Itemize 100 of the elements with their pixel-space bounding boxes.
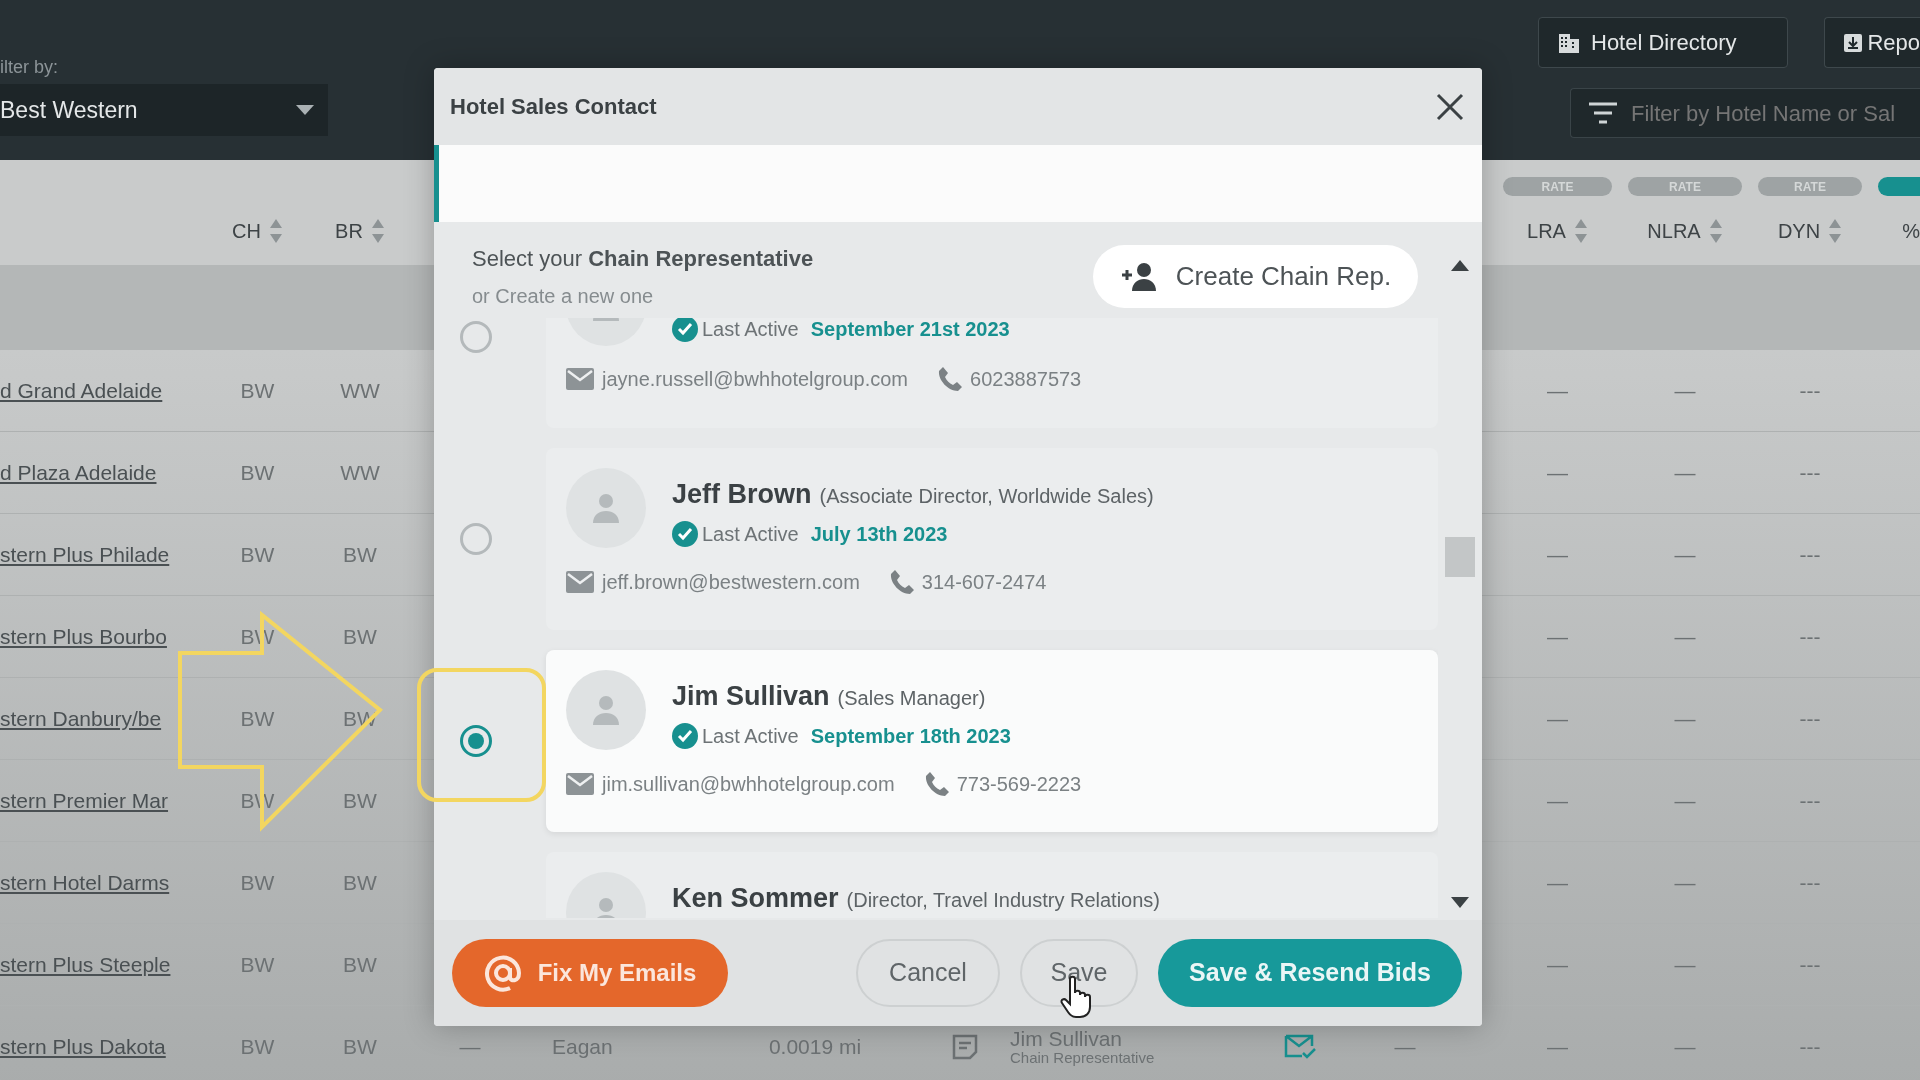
filter-label: ilter by: <box>0 56 60 78</box>
report-icon <box>1843 32 1864 53</box>
sort-icon <box>1573 218 1588 244</box>
hotel-name-link[interactable]: stern Plus Philade <box>0 538 170 571</box>
contact-card[interactable]: Jim Sullivan (Sales Manager) Last Active September 18th 2023 jim.sullivan@bwhhotelgroup.com 773-569-2223 <box>546 650 1438 832</box>
phone-icon <box>889 568 914 595</box>
scroll-up-icon[interactable] <box>1451 260 1469 271</box>
contact-phone: 773-569-2223 <box>956 771 1082 797</box>
contact-title: (Director, Travel Industry Relations) <box>846 888 1160 913</box>
check-circle-icon <box>672 722 698 749</box>
table-cell-text: --- <box>1799 705 1821 732</box>
table-cell-text: — <box>1674 951 1696 978</box>
modal-title: Hotel Sales Contact <box>450 93 657 121</box>
table-cell-text: BW <box>343 787 377 814</box>
table-cell-text: — <box>1547 951 1568 978</box>
contact-phone: 6023887573 <box>970 367 1082 392</box>
hotel-name-link[interactable]: d Plaza Adelaide <box>0 456 157 489</box>
create-chain-rep-button[interactable]: Create Chain Rep. <box>1093 245 1418 308</box>
phone-icon <box>938 366 962 392</box>
last-active-date: September 18th 2023 <box>810 723 1011 749</box>
last-active-label: Last Active <box>702 521 799 547</box>
column-header[interactable]: NLRA <box>1647 216 1701 246</box>
column-header[interactable]: % <box>1902 216 1920 246</box>
contact-name: Ken Sommer <box>672 882 839 915</box>
last-active-label: Last Active <box>702 318 799 342</box>
cancel-button[interactable]: Cancel <box>856 939 1000 1007</box>
table-cell-text: — <box>1674 787 1696 814</box>
contact-email: jayne.russell@bwhhotelgroup.com <box>602 367 908 392</box>
sort-icon <box>1708 218 1723 244</box>
table-cell-text: BW <box>240 1033 275 1060</box>
hotel-name-link[interactable]: stern Plus Bourbo <box>0 620 167 653</box>
search-input[interactable]: Filter by Hotel Name or Sal <box>1631 96 1919 130</box>
table-cell-text: WW <box>340 459 380 486</box>
table-cell-text: BW <box>240 377 275 404</box>
column-header[interactable]: DYN <box>1777 216 1821 246</box>
table-cell-text: BW <box>240 541 275 568</box>
contact-name: Jeff Brown <box>672 478 812 511</box>
contact-role: Chain Representative <box>1010 1049 1155 1067</box>
directory-button[interactable]: Hotel Directory <box>1538 17 1788 68</box>
filter-icon <box>1589 102 1617 124</box>
radio-button[interactable] <box>460 523 492 555</box>
table-cell-text: BW <box>240 705 275 732</box>
mail-icon <box>566 570 594 593</box>
table-cell-text: BW <box>343 1033 377 1060</box>
table-cell-text: — <box>1547 869 1568 896</box>
table-cell-text: BW <box>343 541 377 568</box>
column-header[interactable]: CH <box>232 216 261 246</box>
hotel-name-link[interactable]: stern Plus Steeple <box>0 948 171 981</box>
hotel-name-link[interactable]: stern Danbury/be <box>0 702 162 735</box>
table-cell-text: — <box>1547 787 1568 814</box>
person-icon <box>591 492 621 524</box>
sort-icon <box>268 218 283 244</box>
table-cell-text: --- <box>1799 951 1821 978</box>
scroll-down-icon[interactable] <box>1451 897 1469 908</box>
phone-icon <box>924 770 949 797</box>
table-cell-text: — <box>1674 869 1696 896</box>
hotel-name-link[interactable]: stern Hotel Darms <box>0 866 170 899</box>
contact-card[interactable]: Ken Sommer (Director, Travel Industry Relations) <box>546 852 1438 918</box>
person-icon <box>591 694 621 726</box>
hotel-name-link[interactable]: d Grand Adelaide <box>0 374 163 407</box>
table-cell-text: — <box>1394 1033 1416 1060</box>
table-cell-text: — <box>459 1033 481 1060</box>
fix-emails-button[interactable]: Fix My Emails <box>452 939 728 1007</box>
table-cell-text: WW <box>340 377 380 404</box>
chain-select[interactable]: Best Western <box>0 84 328 136</box>
table-cell-text: BW <box>240 869 275 896</box>
last-active-date: September 21st 2023 <box>810 318 1010 342</box>
save-resend-button[interactable]: Save & Resend Bids <box>1158 939 1462 1007</box>
last-active-date: July 13th 2023 <box>810 521 948 547</box>
close-icon[interactable] <box>1436 92 1464 121</box>
table-cell-text: BW <box>240 951 275 978</box>
contact-name: Jim Sullivan <box>1010 1026 1124 1050</box>
hotel-name-link[interactable]: stern Plus Dakota <box>0 1030 166 1063</box>
table-cell-text: — <box>1674 459 1696 486</box>
report-button[interactable]: Repo <box>1824 17 1920 68</box>
table-cell-text: --- <box>1799 377 1821 404</box>
radio-button[interactable] <box>460 321 492 353</box>
table-cell-text: — <box>1547 705 1568 732</box>
at-icon <box>483 954 522 992</box>
contact-card[interactable]: Jeff Brown (Associate Director, Worldwide Sales) Last Active July 13th 2023 jeff.brown@bestwestern.com 314-607-2474 <box>546 448 1438 630</box>
search-field[interactable]: Filter by Hotel Name or Sal <box>1570 88 1920 138</box>
scrollbar-thumb[interactable] <box>1445 537 1475 577</box>
caret-icon <box>296 105 314 115</box>
table-cell-text: --- <box>1799 1033 1821 1060</box>
table-cell-text: --- <box>1799 541 1821 568</box>
contact-phone: 314-607-2474 <box>921 569 1047 595</box>
radio-button[interactable] <box>460 725 492 757</box>
table-cell-text: — <box>1547 541 1568 568</box>
column-header[interactable]: BR <box>335 216 363 246</box>
contact-card[interactable]: Last Active September 21st 2023 jayne.russell@bwhhotelgroup.com 6023887573 <box>546 318 1438 428</box>
contact-title: (Sales Manager) <box>837 686 986 711</box>
table-cell-text: — <box>1547 623 1568 650</box>
column-header[interactable]: LRA <box>1527 216 1566 246</box>
table-cell-text: BW <box>343 869 377 896</box>
contact-title: (Associate Director, Worldwide Sales) <box>819 484 1154 509</box>
intro-text: Select your Chain Representative <box>472 245 814 273</box>
table-cell-text: Eagan <box>551 1033 613 1060</box>
hotel-name-link[interactable]: stern Premier Mar <box>0 784 169 817</box>
table-cell-text: 0.0019 mi <box>768 1033 862 1060</box>
table-cell-text: BW <box>240 459 275 486</box>
